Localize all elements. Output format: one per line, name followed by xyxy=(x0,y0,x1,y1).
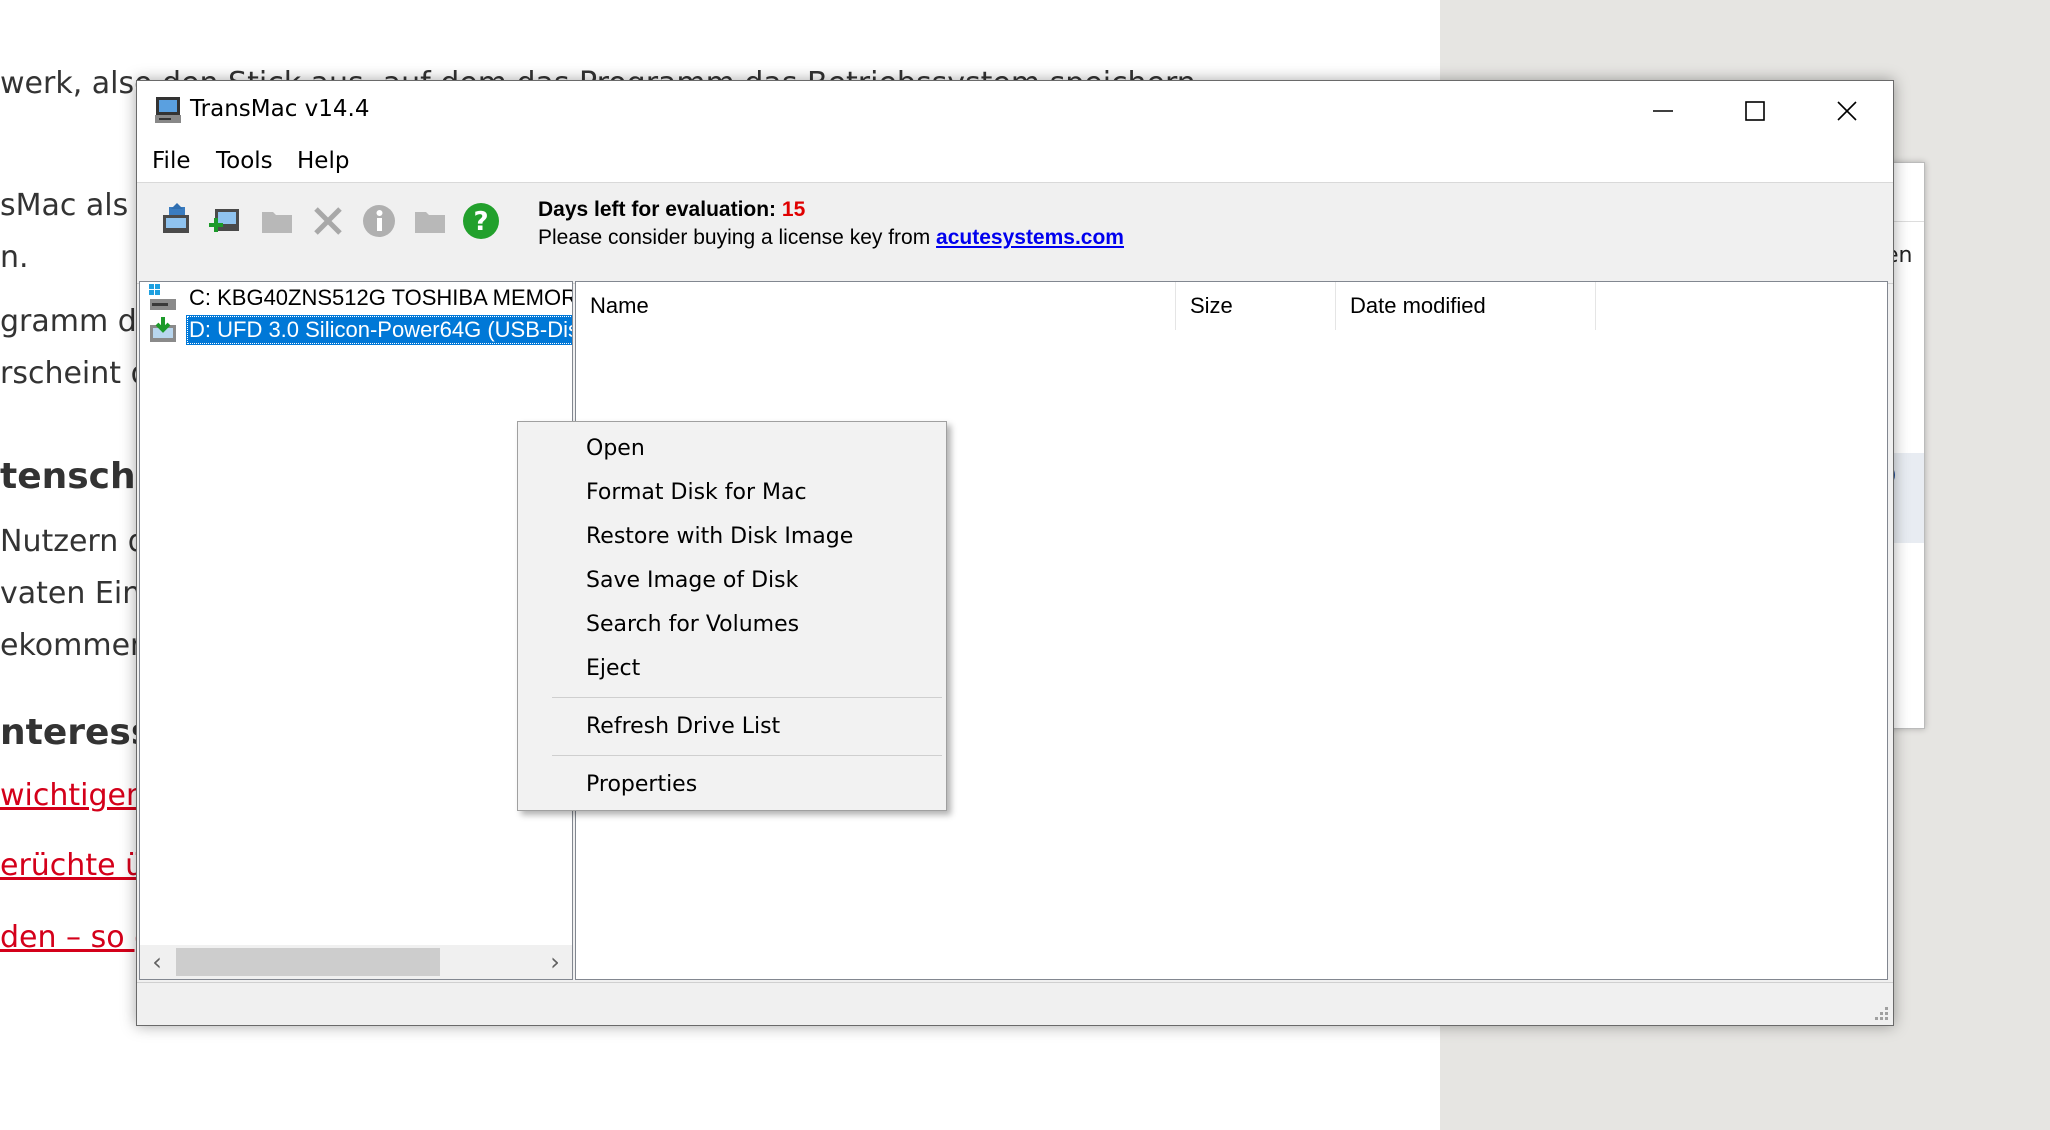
new-folder-icon xyxy=(415,212,445,233)
menu-item-restore-image[interactable]: Restore with Disk Image xyxy=(518,516,946,556)
column-size[interactable]: Size xyxy=(1176,282,1336,330)
scroll-right-icon[interactable]: › xyxy=(538,945,572,979)
menu-item-search-volumes[interactable]: Search for Volumes xyxy=(518,604,946,644)
menu-separator xyxy=(552,697,942,698)
new-folder-button[interactable] xyxy=(410,201,450,241)
close-icon xyxy=(1837,100,1857,121)
delete-button[interactable] xyxy=(308,201,348,241)
drive-list[interactable]: C: KBG40ZNS512G TOSHIBA MEMORY D: UFD 3.… xyxy=(139,281,573,980)
maximize-button[interactable] xyxy=(1709,81,1801,140)
resize-grip-icon[interactable] xyxy=(1873,1005,1889,1021)
scrollbar-thumb[interactable] xyxy=(176,948,440,976)
article-text-line: ekommen xyxy=(0,628,150,663)
status-bar xyxy=(137,982,1893,1025)
app-icon xyxy=(155,97,181,123)
info-button[interactable] xyxy=(359,201,399,241)
help-button[interactable]: ? xyxy=(461,201,501,241)
column-header: Name Size Date modified xyxy=(576,282,1887,330)
open-disk-image-button[interactable] xyxy=(157,201,197,241)
toolbar: ? Days left for evaluation: 15 Please co… xyxy=(137,183,1893,284)
minimize-icon xyxy=(1653,109,1673,112)
maximize-icon xyxy=(1745,100,1765,121)
article-link[interactable]: erüchte ü xyxy=(0,848,144,883)
title-bar[interactable]: TransMac v14.4 xyxy=(137,81,1893,140)
help-icon: ? xyxy=(463,203,499,239)
menu-item-save-image[interactable]: Save Image of Disk xyxy=(518,560,946,600)
menu-item-format-disk[interactable]: Format Disk for Mac xyxy=(518,472,946,512)
delete-icon xyxy=(314,207,342,235)
drive-label: C: KBG40ZNS512G TOSHIBA MEMORY xyxy=(189,285,573,310)
column-date-modified[interactable]: Date modified xyxy=(1336,282,1596,330)
menu-item-eject[interactable]: Eject xyxy=(518,648,946,688)
open-disk-image-icon xyxy=(163,203,189,233)
article-text-line: gramm da xyxy=(0,304,156,339)
drive-item-c[interactable]: C: KBG40ZNS512G TOSHIBA MEMORY xyxy=(148,283,573,313)
license-link[interactable]: acutesystems.com xyxy=(936,226,1124,249)
menu-separator xyxy=(552,755,942,756)
add-disk-image-icon xyxy=(209,209,239,232)
window-title: TransMac v14.4 xyxy=(190,96,370,122)
menu-file[interactable]: File xyxy=(152,148,191,174)
menu-item-open[interactable]: Open xyxy=(518,428,946,468)
usb-drive-icon xyxy=(150,317,176,342)
menu-bar: File Tools Help xyxy=(137,140,1893,183)
minimize-button[interactable] xyxy=(1617,81,1709,140)
svg-text:?: ? xyxy=(473,207,488,237)
evaluation-notice: Days left for evaluation: 15 xyxy=(538,198,805,222)
folder-button[interactable] xyxy=(257,201,297,241)
menu-tools[interactable]: Tools xyxy=(216,148,273,174)
article-text-line: n. xyxy=(0,240,29,275)
article-text-line: sMac als A xyxy=(0,188,159,223)
article-text-line: vaten Ein xyxy=(0,576,142,611)
article-link[interactable]: den – so g xyxy=(0,920,153,955)
license-notice: Please consider buying a license key fro… xyxy=(538,226,1124,250)
menu-item-refresh[interactable]: Refresh Drive List xyxy=(518,706,946,746)
evaluation-days: 15 xyxy=(781,198,806,221)
evaluation-label: Days left for evaluation: xyxy=(538,198,777,221)
context-menu: Open Format Disk for Mac Restore with Di… xyxy=(517,421,947,811)
folder-icon xyxy=(262,212,292,233)
close-button[interactable] xyxy=(1801,81,1893,140)
article-text-line: rscheint d xyxy=(0,356,150,391)
add-disk-image-button[interactable] xyxy=(205,201,245,241)
transmac-window: TransMac v14.4 File Tools Help ? Days le… xyxy=(136,80,1894,1026)
scroll-left-icon[interactable]: ‹ xyxy=(140,945,174,979)
menu-help[interactable]: Help xyxy=(297,148,349,174)
horizontal-scrollbar[interactable]: ‹ › xyxy=(140,945,572,979)
column-name[interactable]: Name xyxy=(576,282,1176,330)
drive-item-d[interactable]: D: UFD 3.0 Silicon-Power64G (USB-Disk) xyxy=(148,315,572,345)
menu-item-properties[interactable]: Properties xyxy=(518,764,946,804)
drive-label: D: UFD 3.0 Silicon-Power64G (USB-Disk) xyxy=(186,315,572,345)
hard-drive-icon xyxy=(149,284,176,310)
license-text: Please consider buying a license key fro… xyxy=(538,226,931,249)
info-icon xyxy=(363,205,395,237)
